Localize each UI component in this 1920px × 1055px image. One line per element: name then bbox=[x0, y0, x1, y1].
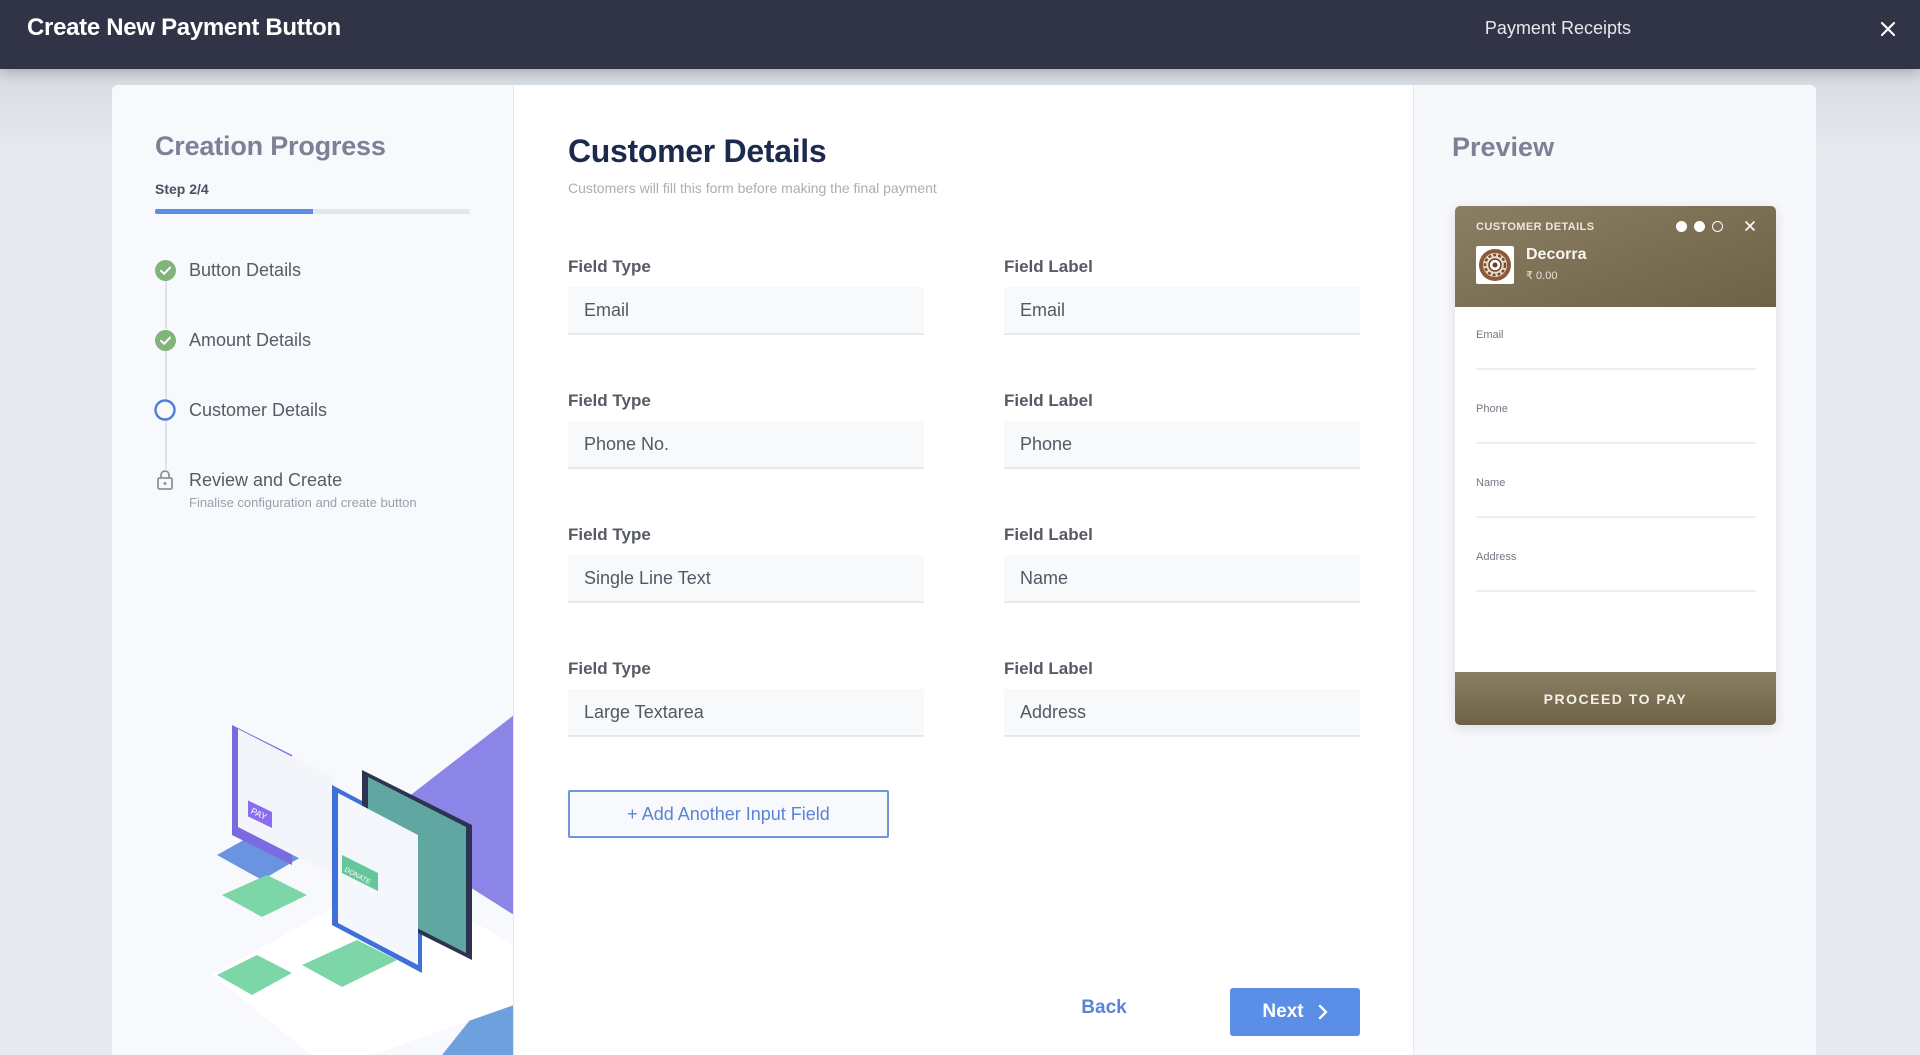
check-circle-icon bbox=[154, 329, 176, 351]
preview-field[interactable]: Address bbox=[1476, 529, 1756, 603]
field-row: Field Type Large Textarea Field Label Ad… bbox=[568, 658, 1360, 748]
preview-field-label: Name bbox=[1476, 477, 1506, 489]
preview-field-underline bbox=[1476, 442, 1756, 444]
preview-field[interactable]: Phone bbox=[1476, 381, 1756, 455]
step-dot-filled-icon bbox=[1694, 221, 1705, 232]
checkout-preview-card: CUSTOMER DETAILS Decorra ₹ 0.00 Email Ph… bbox=[1455, 206, 1776, 725]
step-review-and-create: Review and Create Finalise configuration… bbox=[154, 469, 417, 510]
progress-bar bbox=[155, 209, 470, 214]
preview-field-label: Email bbox=[1476, 329, 1504, 341]
field-label-label: Field Label bbox=[1004, 257, 1093, 276]
top-bar: Create New Payment Button Payment Receip… bbox=[0, 0, 1920, 69]
lock-icon bbox=[154, 469, 176, 491]
check-circle-icon bbox=[154, 259, 176, 281]
field-type-group: Field Type Large Textarea bbox=[568, 658, 924, 737]
preview-field-underline bbox=[1476, 368, 1756, 370]
step-button-details[interactable]: Button Details bbox=[154, 259, 301, 281]
field-label-group: Field Label Name bbox=[1004, 524, 1360, 603]
field-label-group: Field Label Address bbox=[1004, 658, 1360, 737]
preview-title: Preview bbox=[1452, 132, 1555, 162]
preview-field-label: Address bbox=[1476, 551, 1517, 563]
preview-field[interactable]: Name bbox=[1476, 455, 1756, 529]
step-counter: Step 2/4 bbox=[155, 181, 209, 197]
progress-bar-fill bbox=[155, 209, 313, 214]
preview-fields: Email Phone Name Address bbox=[1476, 307, 1756, 603]
field-type-select[interactable]: Single Line Text bbox=[568, 555, 924, 603]
field-type-select[interactable]: Email bbox=[568, 287, 924, 335]
step-label: Review and Create bbox=[189, 470, 343, 490]
step-label: Customer Details bbox=[189, 400, 328, 420]
field-type-label: Field Type bbox=[568, 659, 651, 678]
field-type-group: Field Type Single Line Text bbox=[568, 524, 924, 603]
step-label: Amount Details bbox=[189, 330, 312, 350]
step-customer-details[interactable]: Customer Details bbox=[154, 399, 327, 421]
chevron-right-icon bbox=[1318, 1004, 1328, 1020]
field-type-select[interactable]: Large Textarea bbox=[568, 689, 924, 737]
preview-panel: Preview CUSTOMER DETAILS Decorra ₹ 0.00 … bbox=[1414, 85, 1816, 1055]
step-label: Button Details bbox=[189, 260, 302, 280]
field-label-input[interactable]: Name bbox=[1004, 555, 1360, 603]
field-label-input[interactable]: Email bbox=[1004, 287, 1360, 335]
preview-field-underline bbox=[1476, 590, 1756, 592]
preview-card-title: CUSTOMER DETAILS bbox=[1476, 221, 1595, 233]
brand-name: Decorra bbox=[1526, 246, 1587, 263]
section-subtitle: Customers will fill this form before mak… bbox=[568, 180, 937, 196]
progress-title: Creation Progress bbox=[155, 131, 386, 161]
payment-receipts-link[interactable]: Payment Receipts bbox=[1485, 18, 1631, 39]
empty-circle-icon bbox=[154, 399, 176, 421]
field-type-label: Field Type bbox=[568, 525, 651, 544]
close-icon[interactable] bbox=[1743, 219, 1757, 233]
field-row: Field Type Email Field Label Email bbox=[568, 256, 1360, 346]
close-button[interactable] bbox=[1873, 14, 1903, 44]
preview-step-dots bbox=[1676, 221, 1723, 232]
field-label-input[interactable]: Address bbox=[1004, 689, 1360, 737]
next-button[interactable]: Next bbox=[1230, 988, 1360, 1036]
field-type-group: Field Type Phone No. bbox=[568, 390, 924, 469]
field-label-group: Field Label Phone bbox=[1004, 390, 1360, 469]
field-row: Field Type Phone No. Field Label Phone bbox=[568, 390, 1360, 480]
timeline-connector bbox=[165, 270, 167, 490]
next-button-label: Next bbox=[1262, 1001, 1304, 1022]
preview-field-underline bbox=[1476, 516, 1756, 518]
preview-field[interactable]: Email bbox=[1476, 307, 1756, 381]
field-type-select[interactable]: Phone No. bbox=[568, 421, 924, 469]
step-subtitle: Finalise configuration and create button bbox=[189, 495, 417, 510]
add-input-field-button[interactable]: + Add Another Input Field bbox=[568, 790, 889, 838]
preview-card-header: CUSTOMER DETAILS Decorra ₹ 0.00 bbox=[1455, 206, 1776, 307]
payment-illustration: PAY DONATE bbox=[212, 715, 513, 1055]
field-label-input[interactable]: Phone bbox=[1004, 421, 1360, 469]
step-amount-details[interactable]: Amount Details bbox=[154, 329, 311, 351]
field-label-label: Field Label bbox=[1004, 391, 1093, 410]
brand-logo bbox=[1476, 246, 1514, 284]
back-button[interactable]: Back bbox=[1069, 988, 1139, 1028]
page-title: Create New Payment Button bbox=[27, 14, 341, 41]
field-row: Field Type Single Line Text Field Label … bbox=[568, 524, 1360, 614]
field-label-group: Field Label Email bbox=[1004, 256, 1360, 335]
creation-progress-panel: Creation Progress Step 2/4 Button Detail… bbox=[112, 85, 514, 1055]
field-type-group: Field Type Email bbox=[568, 256, 924, 335]
proceed-to-pay-button[interactable]: PROCEED TO PAY bbox=[1455, 672, 1776, 725]
step-dot-empty-icon bbox=[1712, 221, 1723, 232]
field-label-label: Field Label bbox=[1004, 525, 1093, 544]
step-dot-filled-icon bbox=[1676, 221, 1687, 232]
field-label-label: Field Label bbox=[1004, 659, 1093, 678]
field-type-label: Field Type bbox=[568, 257, 651, 276]
close-icon bbox=[1880, 21, 1896, 37]
preview-field-label: Phone bbox=[1476, 403, 1508, 415]
mandala-logo-icon bbox=[1479, 249, 1511, 281]
customer-details-form: Customer Details Customers will fill thi… bbox=[514, 85, 1414, 1055]
illustration-cash-note bbox=[222, 875, 307, 917]
section-title: Customer Details bbox=[568, 133, 827, 169]
field-type-label: Field Type bbox=[568, 391, 651, 410]
payment-amount: ₹ 0.00 bbox=[1526, 270, 1558, 282]
